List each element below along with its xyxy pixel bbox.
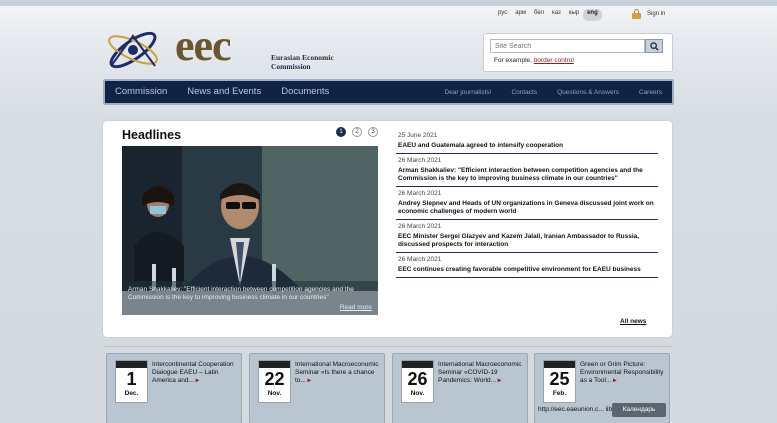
eec-logo[interactable]: eec Eurasian Economic Commission bbox=[103, 21, 363, 74]
headlines-panel: Headlines 1 2 3 Arman Shakkaliev: "Effic… bbox=[103, 121, 672, 337]
search-button[interactable] bbox=[645, 39, 663, 53]
news-title[interactable]: Andrey Slepnev and Heads of UN organizat… bbox=[398, 200, 656, 216]
lang-hy[interactable]: арм bbox=[511, 9, 530, 21]
search-example-prefix: For example, bbox=[494, 57, 532, 64]
event-title[interactable]: International Macroeconomic Seminar «Is … bbox=[295, 361, 383, 385]
news-date: 26 March 2021 bbox=[398, 157, 442, 164]
search-panel: For example, border control bbox=[483, 33, 673, 72]
news-title[interactable]: EEC Minister Sergei Glazyev and Kazem Ja… bbox=[398, 233, 656, 249]
news-item[interactable]: 25 June 2021 EAEU and Guatemala agreed t… bbox=[396, 129, 658, 154]
nav-journalists[interactable]: Dear journalists! bbox=[434, 89, 501, 96]
news-title[interactable]: EEC continues creating favorable competi… bbox=[398, 266, 656, 274]
logo-subtitle-line2: Commission bbox=[271, 62, 311, 71]
calendar-button[interactable]: Календарь bbox=[612, 403, 666, 417]
news-item[interactable]: 26 March 2021 Arman Shakkaliev: "Efficie… bbox=[396, 154, 658, 187]
nav-commission[interactable]: Commission bbox=[105, 81, 177, 103]
pager-2[interactable]: 2 bbox=[352, 127, 362, 137]
logo-subtitle-line1: Eurasian Economic bbox=[271, 53, 334, 62]
news-item[interactable]: 26 March 2021 EEC Minister Sergei Glazye… bbox=[396, 220, 658, 253]
nav-careers[interactable]: Careers bbox=[629, 89, 672, 96]
event-day: 1 bbox=[126, 369, 137, 389]
event-card[interactable]: 1 Dec. Intercontinental Cooperation Dial… bbox=[106, 353, 242, 423]
event-title[interactable]: Green or Grim Picture: Environmental Res… bbox=[580, 361, 668, 385]
lang-ky[interactable]: кыр bbox=[565, 9, 583, 21]
lock-icon bbox=[632, 9, 641, 19]
search-example-link[interactable]: border control bbox=[534, 57, 574, 64]
news-date: 26 March 2021 bbox=[398, 256, 442, 263]
event-card[interactable]: 22 Nov. International Macroeconomic Semi… bbox=[249, 353, 385, 423]
signin-link[interactable]: Sign in bbox=[632, 9, 665, 19]
logo-subtitle: Eurasian Economic Commission bbox=[271, 53, 361, 71]
search-example: For example, border control bbox=[494, 57, 574, 64]
read-more-link[interactable]: Read more bbox=[340, 304, 372, 311]
calendar-icon: 1 Dec. bbox=[115, 360, 148, 403]
nav-contacts[interactable]: Contacts bbox=[501, 89, 547, 96]
pager-3[interactable]: 3 bbox=[368, 127, 378, 137]
event-day: 25 bbox=[549, 369, 570, 389]
calendar-icon: 26 Nov. bbox=[401, 360, 434, 403]
lang-ru[interactable]: рус bbox=[494, 9, 511, 21]
news-title[interactable]: EAEU and Guatemala agreed to intensify c… bbox=[398, 142, 656, 150]
search-input[interactable] bbox=[490, 39, 645, 53]
event-title[interactable]: International Macroeconomic Seminar «COV… bbox=[438, 361, 526, 385]
news-date: 26 March 2021 bbox=[398, 223, 442, 230]
calendar-icon: 25 Feb. bbox=[543, 360, 576, 403]
lang-kk[interactable]: каз bbox=[548, 9, 565, 21]
news-list: 25 June 2021 EAEU and Guatemala agreed t… bbox=[396, 129, 658, 278]
lang-be[interactable]: бел bbox=[530, 9, 548, 21]
headlines-title: Headlines bbox=[122, 128, 182, 142]
news-date: 26 March 2021 bbox=[398, 190, 442, 197]
language-switcher: рус арм бел каз кыр eng bbox=[494, 9, 602, 21]
lang-en[interactable]: eng bbox=[583, 9, 602, 21]
main-navigation: Commission News and Events Documents Dea… bbox=[103, 79, 674, 105]
news-title[interactable]: Arman Shakkaliev: "Efficient interaction… bbox=[398, 167, 656, 183]
event-title[interactable]: Intercontinental Cooperation Dialogue EA… bbox=[152, 361, 240, 385]
event-card[interactable]: 26 Nov. International Macroeconomic Semi… bbox=[392, 353, 528, 423]
top-strip bbox=[0, 0, 777, 6]
event-month: Feb. bbox=[552, 390, 567, 397]
photo-caption: Arman Shakkaliev: "Efficient interaction… bbox=[128, 286, 354, 301]
news-date: 25 June 2021 bbox=[398, 132, 438, 139]
logo-wordmark: eec bbox=[175, 21, 232, 70]
news-item[interactable]: 26 March 2021 EEC continues creating fav… bbox=[396, 253, 658, 278]
signin-label: Sign in bbox=[647, 11, 666, 17]
headlines-pager: 1 2 3 bbox=[336, 127, 378, 137]
event-month: Nov. bbox=[410, 390, 425, 397]
nav-documents[interactable]: Documents bbox=[271, 81, 339, 103]
event-day: 26 bbox=[407, 369, 428, 389]
nav-qa[interactable]: Questions & Answers bbox=[547, 89, 629, 96]
all-news-link[interactable]: All news bbox=[620, 318, 646, 325]
pager-1[interactable]: 1 bbox=[336, 127, 346, 137]
emblem-icon bbox=[108, 31, 158, 69]
nav-news-events[interactable]: News and Events bbox=[177, 81, 271, 103]
search-icon bbox=[649, 41, 659, 51]
event-month: Nov. bbox=[267, 390, 282, 397]
news-item[interactable]: 26 March 2021 Andrey Slepnev and Heads o… bbox=[396, 187, 658, 220]
headline-photo[interactable]: Arman Shakkaliev: "Efficient interaction… bbox=[122, 146, 378, 315]
event-month: Dec. bbox=[124, 390, 139, 397]
calendar-icon: 22 Nov. bbox=[258, 360, 291, 403]
event-day: 22 bbox=[264, 369, 285, 389]
